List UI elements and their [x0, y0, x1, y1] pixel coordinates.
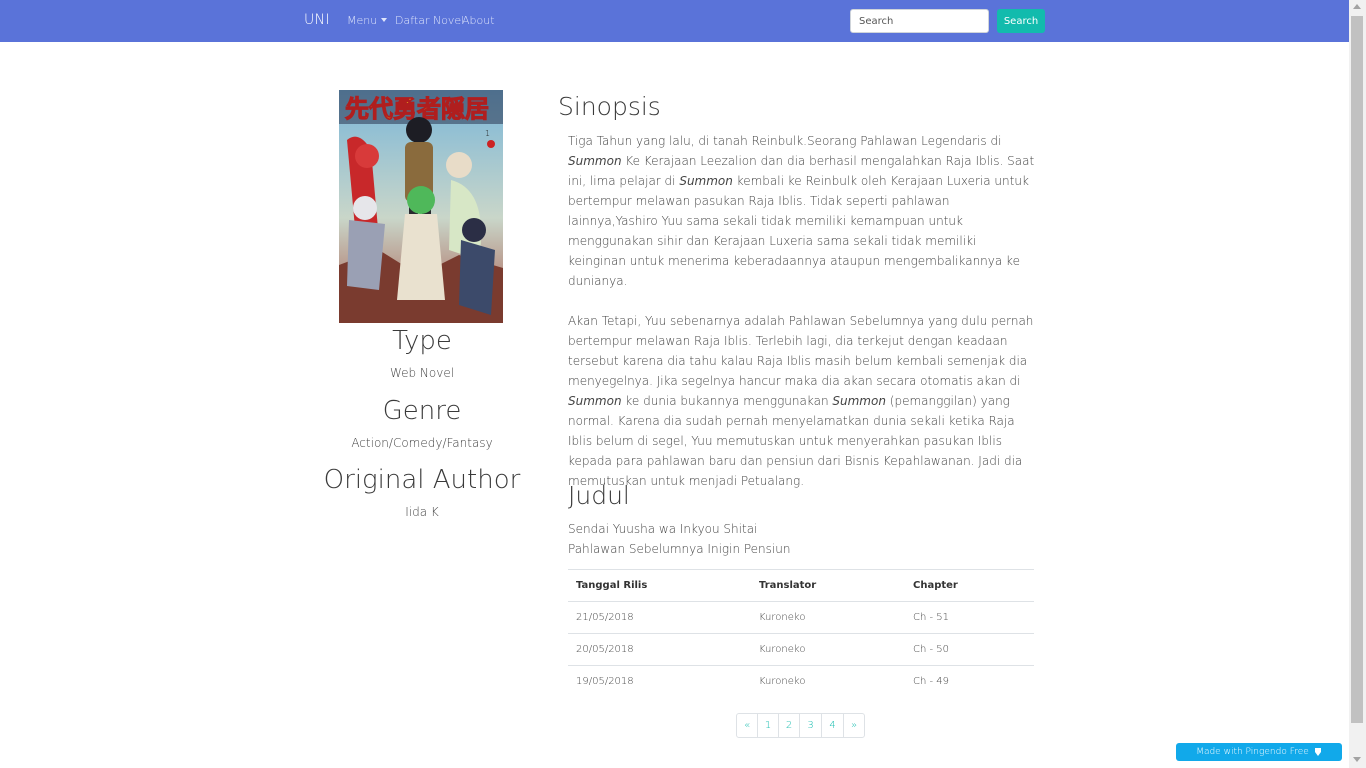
search-button[interactable]: Search: [997, 9, 1045, 33]
judul-list: Sendai Yuusha wa Inkyou Shitai Pahlawan …: [568, 519, 790, 559]
synopsis-emphasis: Summon: [568, 154, 622, 168]
synopsis-body: Tiga Tahun yang lalu, di tanah Reinbulk.…: [568, 131, 1036, 511]
author-value: Iida K: [405, 505, 439, 519]
table-row[interactable]: 19/05/2018 Kuroneko Ch - 49: [568, 666, 1034, 698]
translator-cell: Kuroneko: [751, 633, 905, 666]
pagination-prev-button[interactable]: «: [736, 713, 758, 738]
column-header-tanggal-rilis: Tanggal Rilis: [568, 569, 751, 602]
table-header-row: Tanggal Rilis Translator Chapter: [568, 569, 1034, 602]
release-date-cell: 21/05/2018: [568, 601, 751, 634]
chapter-cell[interactable]: Ch - 51: [905, 601, 1034, 634]
novel-cover-image: 先代勇者隠居 1: [339, 90, 503, 323]
navbar: UNI Menu Daftar Novel About Search: [0, 0, 1349, 42]
synopsis-emphasis: Summon: [679, 174, 733, 188]
synopsis-emphasis: Summon: [568, 394, 622, 408]
pagination-page-2[interactable]: 2: [778, 713, 800, 738]
translator-cell: Kuroneko: [759, 676, 806, 688]
chapter-cell[interactable]: Ch - 49: [905, 666, 1034, 698]
scrollbar-thumb[interactable]: [1351, 16, 1363, 723]
chevron-down-icon: [381, 18, 388, 22]
genre-heading: Genre: [382, 396, 462, 426]
release-date-cell: 19/05/2018: [576, 676, 634, 688]
pagination-next-button[interactable]: »: [843, 713, 865, 738]
synopsis-text: (pemanggilan) yang normal. Karena dia su…: [568, 394, 1023, 488]
scrollbar[interactable]: [1349, 0, 1366, 768]
search-input[interactable]: [850, 9, 989, 33]
judul-translated-title: Pahlawan Sebelumnya Inigin Pensiun: [568, 542, 791, 556]
type-section: Type Web Novel: [322, 322, 522, 380]
scroll-down-arrow-icon[interactable]: [1353, 757, 1361, 762]
author-heading: Original Author: [323, 465, 521, 495]
pagination-page-1[interactable]: 1: [757, 713, 779, 738]
column-header-chapter: Chapter: [905, 569, 1034, 602]
synopsis-paragraph: Tiga Tahun yang lalu, di tanah Reinbulk.…: [568, 131, 1036, 291]
svg-text:1: 1: [485, 129, 490, 138]
type-value: Web Novel: [389, 366, 455, 380]
menu-label: Menu: [347, 14, 378, 27]
pagination-page-4[interactable]: 4: [821, 713, 844, 738]
scroll-up-arrow-icon[interactable]: [1353, 4, 1361, 9]
genre-section: Genre Action/Comedy/Fantasy: [322, 392, 522, 450]
pagination-page-3[interactable]: 3: [799, 713, 822, 738]
pagination: « 1 2 3 4 »: [736, 713, 865, 738]
pingendo-logo-icon: [1314, 748, 1321, 756]
genre-value: Action/Comedy/Fantasy: [351, 436, 493, 450]
nav-link-about[interactable]: About: [462, 14, 495, 27]
table-row[interactable]: 21/05/2018 Kuroneko Ch - 51: [568, 601, 1034, 634]
type-heading: Type: [392, 326, 452, 356]
column-header-translator: Translator: [751, 569, 905, 602]
menu-dropdown-toggle[interactable]: Menu: [347, 14, 388, 27]
synopsis-title: Sinopsis: [558, 92, 661, 121]
judul-original-title: Sendai Yuusha wa Inkyou Shitai: [568, 522, 758, 536]
pingendo-badge-label: Made with Pingendo Free: [1196, 747, 1309, 757]
synopsis-text: kembali ke Reinbulk oleh Kerajaan Luxeri…: [568, 174, 1029, 288]
table-row[interactable]: 20/05/2018 Kuroneko Ch - 50: [568, 633, 1034, 666]
release-date-cell: 20/05/2018: [568, 633, 751, 666]
synopsis-text: Akan Tetapi, Yuu sebenarnya adalah Pahla…: [568, 314, 1034, 388]
pingendo-badge[interactable]: Made with Pingendo Free: [1176, 743, 1342, 761]
judul-title: Judul: [568, 481, 630, 510]
synopsis-emphasis: Summon: [832, 394, 886, 408]
release-table: Tanggal Rilis Translator Chapter 21/05/2…: [568, 569, 1034, 698]
chapter-cell[interactable]: Ch - 50: [905, 633, 1034, 666]
nav-link-daftar-novel[interactable]: Daftar Novel: [395, 14, 464, 27]
synopsis-text: Tiga Tahun yang lalu, di tanah Reinbulk.…: [568, 134, 1002, 148]
brand-link[interactable]: UNI: [304, 12, 330, 28]
author-section: Original Author Iida K: [322, 461, 522, 519]
synopsis-text: ke dunia bukannya menggunakan: [621, 394, 833, 408]
translator-cell: Kuroneko: [751, 601, 905, 634]
synopsis-paragraph: Akan Tetapi, Yuu sebenarnya adalah Pahla…: [568, 311, 1036, 491]
